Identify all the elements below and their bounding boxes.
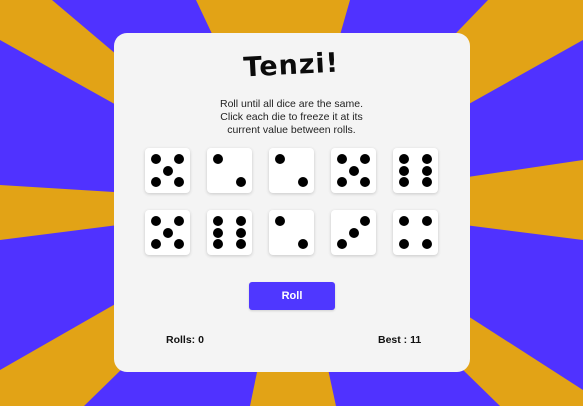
die-pip xyxy=(399,154,409,164)
die-pip xyxy=(162,227,173,238)
die-pip xyxy=(422,165,432,176)
die-1[interactable] xyxy=(145,148,190,193)
die-pip xyxy=(236,216,246,226)
die-2[interactable] xyxy=(207,148,252,193)
die-pip xyxy=(360,154,370,164)
die-pip xyxy=(275,154,285,164)
die-pip xyxy=(298,177,308,187)
die-pip xyxy=(213,227,223,238)
die-pip xyxy=(151,154,161,164)
instructions: Roll until all dice are the same. Click … xyxy=(0,98,583,137)
die-5[interactable] xyxy=(393,148,438,193)
die-7[interactable] xyxy=(207,210,252,255)
die-pip xyxy=(236,227,246,238)
die-6[interactable] xyxy=(145,210,190,255)
die-pip xyxy=(422,239,432,249)
die-pip xyxy=(174,154,184,164)
die-pip xyxy=(348,227,359,238)
die-pip xyxy=(399,239,409,249)
die-pip xyxy=(236,239,246,249)
die-pip xyxy=(151,216,161,226)
instructions-line-3: current value between rolls. xyxy=(227,124,356,136)
die-pip xyxy=(399,216,409,226)
die-pip xyxy=(399,177,409,187)
die-pip xyxy=(174,216,184,226)
die-pip xyxy=(174,239,184,249)
die-pip xyxy=(162,165,173,176)
die-pip xyxy=(236,177,246,187)
game-stage: Tenzi! Roll until all dice are the same.… xyxy=(0,0,583,406)
die-pip xyxy=(298,239,308,249)
die-8[interactable] xyxy=(269,210,314,255)
instructions-line-1: Roll until all dice are the same. xyxy=(220,98,363,110)
rolls-counter: Rolls: 0 xyxy=(166,334,204,346)
roll-button[interactable]: Roll xyxy=(249,282,335,310)
die-pip xyxy=(422,154,432,164)
instructions-line-2: Click each die to freeze it at its xyxy=(220,111,363,123)
die-pip xyxy=(422,177,432,187)
die-pip xyxy=(337,154,347,164)
die-pip xyxy=(399,165,409,176)
die-pip xyxy=(337,239,347,249)
die-pip xyxy=(213,216,223,226)
die-pip xyxy=(422,216,432,226)
die-4[interactable] xyxy=(331,148,376,193)
die-pip xyxy=(348,165,359,176)
die-pip xyxy=(213,239,223,249)
best-score: Best : 11 xyxy=(378,334,422,346)
die-pip xyxy=(360,177,370,187)
die-3[interactable] xyxy=(269,148,314,193)
die-pip xyxy=(275,216,285,226)
die-pip xyxy=(213,154,223,164)
die-pip xyxy=(151,239,161,249)
die-pip xyxy=(360,216,370,226)
die-10[interactable] xyxy=(393,210,438,255)
die-pip xyxy=(337,177,347,187)
die-9[interactable] xyxy=(331,210,376,255)
die-pip xyxy=(174,177,184,187)
die-pip xyxy=(151,177,161,187)
